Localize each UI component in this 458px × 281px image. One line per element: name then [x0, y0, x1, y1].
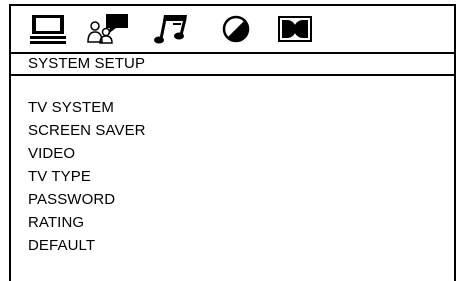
- tab-audio-setup[interactable]: [151, 11, 191, 47]
- menu-item-tv-type[interactable]: TV TYPE: [28, 165, 146, 188]
- people-speech-icon: [87, 14, 128, 44]
- setup-panel: SYSTEM SETUP TV SYSTEM SCREEN SAVER VIDE…: [9, 4, 456, 281]
- tab-dolby-setup[interactable]: [277, 11, 313, 47]
- setup-menu: TV SYSTEM SCREEN SAVER VIDEO TV TYPE PAS…: [28, 96, 146, 257]
- menu-item-default[interactable]: DEFAULT: [28, 234, 146, 257]
- menu-item-tv-system[interactable]: TV SYSTEM: [28, 96, 146, 119]
- menu-item-video[interactable]: VIDEO: [28, 142, 146, 165]
- menu-item-screen-saver[interactable]: SCREEN SAVER: [28, 119, 146, 142]
- contrast-circle-icon: [222, 15, 250, 43]
- dolby-icon: [278, 16, 312, 42]
- monitor-icon: [30, 15, 66, 44]
- setup-tab-bar: [11, 6, 454, 54]
- menu-item-password[interactable]: PASSWORD: [28, 188, 146, 211]
- tab-system-setup[interactable]: [28, 11, 68, 47]
- music-note-icon: [154, 15, 187, 44]
- menu-item-rating[interactable]: RATING: [28, 211, 146, 234]
- tab-video-setup[interactable]: [219, 11, 253, 47]
- page-title: SYSTEM SETUP: [11, 54, 454, 76]
- tab-language-setup[interactable]: [86, 11, 132, 47]
